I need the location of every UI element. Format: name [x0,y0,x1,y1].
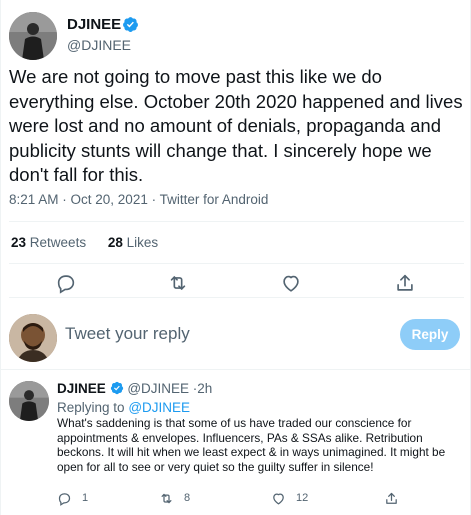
retweets-label: Retweets [29,235,87,250]
retweet-icon[interactable] [167,272,189,294]
reply-author-handle[interactable]: @DJINEE [127,381,189,396]
like-count: 12 [296,492,309,504]
likes-stat[interactable]: 28 Likes [108,235,158,250]
author-name[interactable]: DJINEE [67,16,121,33]
engagement-stats: 23 Retweets 28 Likes [11,235,176,250]
reply-text: What's saddening is that some of us have… [57,416,446,474]
replying-to-label: Replying to [57,400,125,415]
verified-badge-icon [123,17,138,32]
reply-tweet: DJINEE @DJINEE ·2h Replying to @DJINEE W… [1,371,471,515]
tweet-thread: DJINEE @DJINEE We are not going to move … [0,0,471,515]
reply-reply-action[interactable]: 1 [57,489,88,507]
reply-author-avatar[interactable] [9,381,49,421]
reply-author-name[interactable]: DJINEE [57,381,106,396]
reply-composer: Tweet your reply Reply [1,298,471,370]
retweet-count: 8 [184,492,191,504]
retweet-icon [161,493,172,503]
share-icon[interactable] [394,272,416,294]
divider [9,221,464,222]
author-handle[interactable]: @DJINEE [67,37,131,53]
reply-like-action[interactable]: 12 [271,489,308,507]
reply-input[interactable]: Tweet your reply [65,324,190,344]
likes-count: 28 [107,235,123,250]
reply-count: 1 [82,492,89,504]
divider [9,263,464,264]
user-avatar[interactable] [9,314,57,362]
verified-badge-icon [110,381,123,395]
replying-to-mention[interactable]: @DJINEE [128,400,190,415]
main-tweet: DJINEE @DJINEE We are not going to move … [1,0,471,298]
tweet-timestamp[interactable]: 8:21 AM · Oct 20, 2021 · Twitter for And… [9,192,268,207]
reply-share-action[interactable] [384,489,409,507]
reply-time[interactable]: 2h [197,381,212,396]
tweet-text: We are not going to move past this like … [9,66,463,185]
reply-retweet-action[interactable]: 8 [159,489,190,507]
heart-icon [273,492,284,505]
likes-label: Likes [126,235,159,250]
share-icon [386,492,397,504]
reply-icon[interactable] [55,272,77,294]
retweets-count: 23 [11,235,27,250]
retweets-stat[interactable]: 23 Retweets [11,235,86,250]
reply-button[interactable]: Reply [400,319,460,350]
reply-icon [58,492,71,506]
reply-header: DJINEE @DJINEE ·2h [57,381,212,396]
heart-icon[interactable] [280,272,302,294]
replying-to: Replying to @DJINEE [57,400,190,415]
author-avatar[interactable] [9,12,57,60]
